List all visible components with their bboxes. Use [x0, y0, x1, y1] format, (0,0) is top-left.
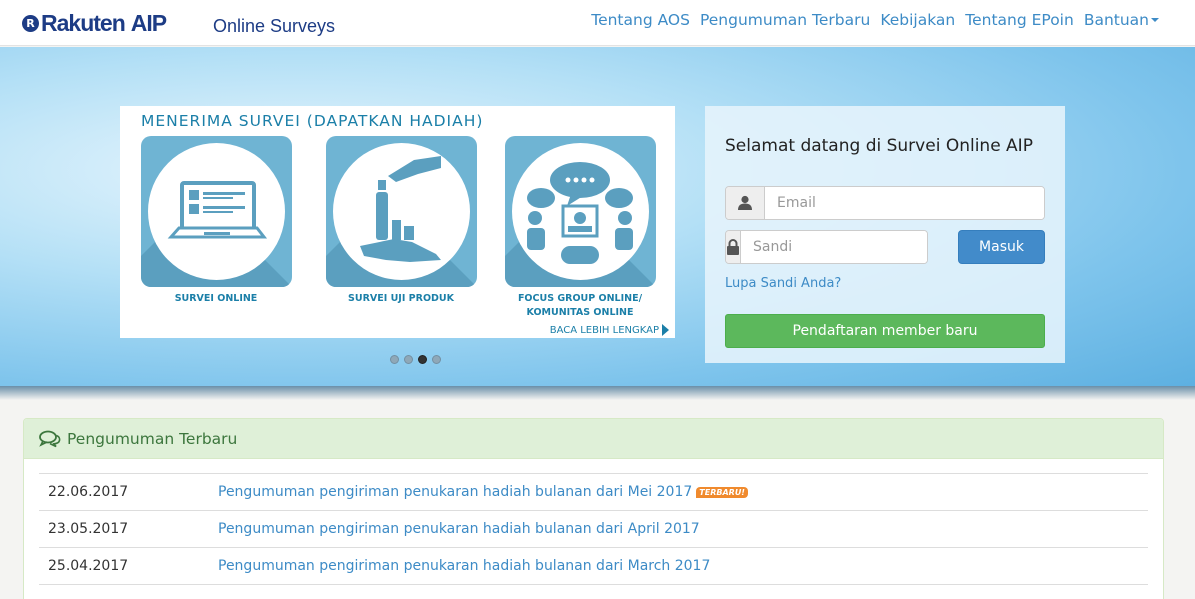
forgot-password-link[interactable]: Lupa Sandi Anda?	[725, 276, 841, 291]
caret-down-icon	[1151, 17, 1159, 22]
announcement-link[interactable]: Pengumuman pengiriman penukaran hadiah b…	[218, 558, 710, 574]
login-panel: Selamat datang di Survei Online AIP Masu…	[705, 106, 1065, 363]
rakuten-aip-logo[interactable]: R Rakuten AIP	[22, 9, 167, 36]
caption-focus-group: FOCUS GROUP ONLINE/ KOMUNITAS ONLINE	[517, 293, 643, 318]
user-icon	[726, 187, 765, 219]
new-badge: TERBARU!	[696, 486, 748, 498]
announcement-row: 22.06.2017 Pengumuman pengiriman penukar…	[39, 473, 1148, 510]
card-online-survey	[141, 136, 292, 287]
survey-banner-slide[interactable]: MENERIMA SURVEI (DAPATKAN HADIAH) SURVEI…	[120, 106, 675, 338]
lock-icon	[726, 231, 741, 263]
announcements-panel: Pengumuman Terbaru 22.06.2017 Pengumuman…	[23, 418, 1164, 599]
nav-bantuan-dropdown[interactable]: Bantuan	[1084, 11, 1159, 29]
announcement-row: 23.05.2017 Pengumuman pengiriman penukar…	[39, 510, 1148, 547]
password-field	[725, 230, 928, 264]
carousel-dot-3-active[interactable]	[418, 355, 427, 364]
laptop-icon	[167, 181, 268, 239]
arrow-right-icon	[662, 324, 669, 336]
register-button[interactable]: Pendaftaran member baru	[725, 314, 1045, 348]
caption-product-test: SURVEI UJI PRODUK	[348, 293, 454, 304]
caption-online-survey: SURVEI ONLINE	[174, 293, 258, 304]
focus-group-icon	[527, 162, 633, 264]
announcement-row	[39, 584, 1148, 599]
site-subtitle: Online Surveys	[213, 16, 336, 36]
read-more-label: BACA LEBIH LENGKAP	[549, 325, 659, 336]
main-nav: Tentang AOS Pengumuman Terbaru Kebijakan…	[581, 11, 1159, 29]
announcements-header: Pengumuman Terbaru	[24, 419, 1163, 459]
card-product-test	[326, 136, 477, 287]
product-hands-icon	[360, 156, 441, 262]
banner-title: MENERIMA SURVEI (DAPATKAN HADIAH)	[141, 112, 484, 130]
announcement-date: 25.04.2017	[48, 558, 129, 574]
login-title: Selamat datang di Survei Online AIP	[725, 136, 1033, 156]
announcement-date: 22.06.2017	[48, 484, 129, 500]
nav-tentang-aos[interactable]: Tentang AOS	[591, 11, 690, 29]
carousel-indicators	[390, 355, 446, 364]
email-field	[725, 186, 1045, 220]
top-navbar: R Rakuten AIP Online Surveys Tentang AOS …	[0, 0, 1195, 46]
hero-divider	[0, 386, 1195, 400]
carousel-dot-1[interactable]	[390, 355, 399, 364]
rakuten-r-icon: R	[22, 14, 39, 32]
announcement-row: 25.04.2017 Pengumuman pengiriman penukar…	[39, 547, 1148, 584]
read-more-link[interactable]: BACA LEBIH LENGKAP	[550, 324, 669, 336]
email-input[interactable]	[765, 187, 1044, 219]
carousel-dot-2[interactable]	[404, 355, 413, 364]
nav-kebijakan[interactable]: Kebijakan	[880, 11, 955, 29]
logo-product-text: AIP	[130, 9, 167, 36]
password-input[interactable]	[741, 231, 927, 263]
announcement-date: 23.05.2017	[48, 521, 129, 537]
announcement-link[interactable]: Pengumuman pengiriman penukaran hadiah b…	[218, 521, 700, 537]
announcements-list: 22.06.2017 Pengumuman pengiriman penukar…	[39, 473, 1148, 599]
logo-brand-text: Rakuten	[41, 9, 126, 36]
carousel-dot-4[interactable]	[432, 355, 441, 364]
login-button[interactable]: Masuk	[958, 230, 1045, 264]
announcements-title: Pengumuman Terbaru	[67, 429, 238, 448]
nav-pengumuman-terbaru[interactable]: Pengumuman Terbaru	[700, 11, 870, 29]
comments-icon	[39, 430, 61, 447]
nav-tentang-epoin[interactable]: Tentang EPoin	[965, 11, 1074, 29]
card-focus-group	[505, 136, 656, 287]
announcement-link[interactable]: Pengumuman pengiriman penukaran hadiah b…	[218, 484, 692, 500]
nav-bantuan-label: Bantuan	[1083, 11, 1149, 29]
